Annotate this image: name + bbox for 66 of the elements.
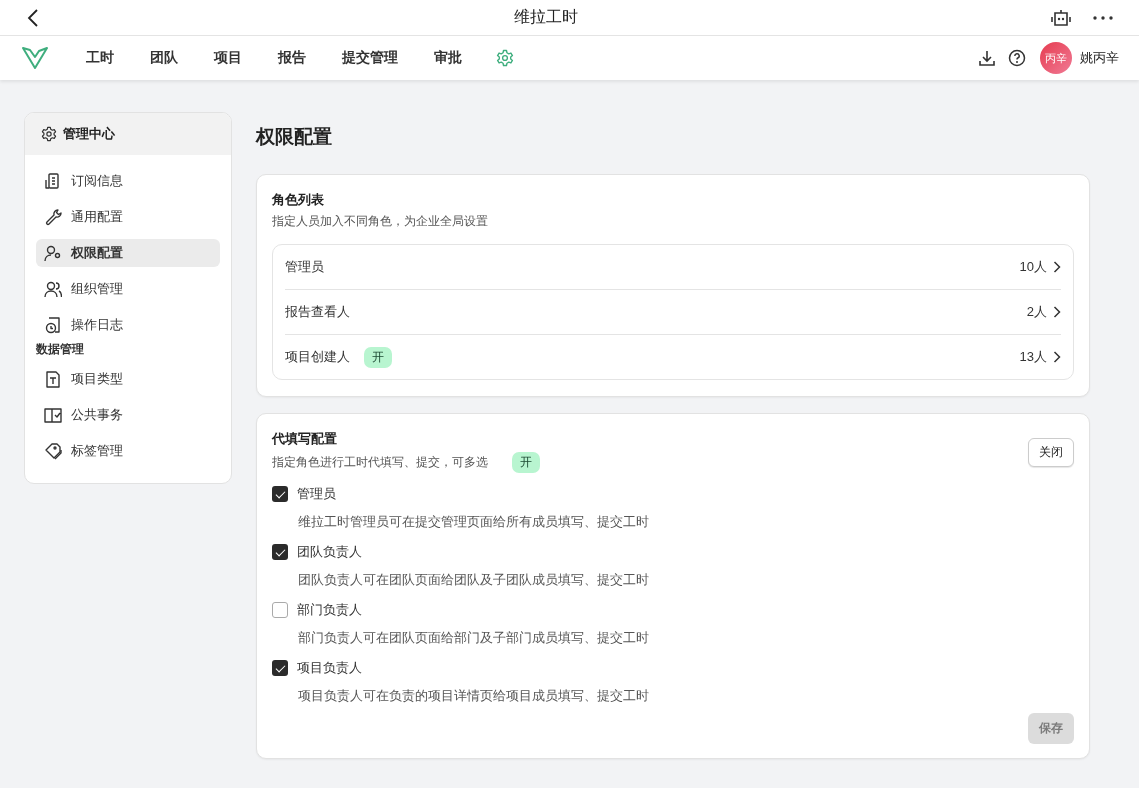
member-count: 13人 [1019, 348, 1047, 366]
users-icon [44, 280, 62, 298]
checkbox[interactable] [272, 602, 288, 618]
role-row[interactable]: 项目创建人 开 13人 [285, 335, 1061, 379]
option-description: 部门负责人可在团队页面给部门及子部门成员填写、提交工时 [298, 629, 650, 647]
role-name: 项目创建人 [285, 348, 350, 366]
close-feature-button[interactable]: 关闭 [1028, 438, 1074, 467]
sidebar-item[interactable]: 组织管理 [36, 275, 220, 303]
text-document-icon [44, 370, 62, 388]
wrench-icon [44, 208, 62, 226]
sidebar-title: 管理中心 [63, 125, 115, 143]
sidebar-item[interactable]: 项目类型 [36, 365, 220, 393]
card-title: 代填写配置 [272, 430, 338, 448]
checkbox[interactable] [272, 544, 288, 560]
checkbox[interactable] [272, 660, 288, 676]
option-description: 项目负责人可在负责的项目详情页给项目成员填写、提交工时 [298, 687, 650, 705]
download-icon[interactable] [978, 49, 996, 67]
nav-tab[interactable]: 审批 [422, 49, 474, 67]
sidebar-item[interactable]: 权限配置 [36, 239, 220, 267]
option-label: 管理员 [297, 485, 336, 503]
option-description: 团队负责人可在团队页面给团队及子团队成员填写、提交工时 [298, 571, 650, 589]
user-name: 姚丙辛 [1080, 49, 1119, 67]
robot-icon[interactable] [1051, 8, 1071, 27]
nav-tab[interactable]: 报告 [266, 49, 318, 67]
help-icon[interactable] [1008, 49, 1026, 67]
member-count: 10人 [1019, 258, 1047, 276]
sidebar-group-label: 数据管理 [36, 341, 85, 357]
option-label: 项目负责人 [297, 659, 362, 677]
more-icon[interactable] [1093, 15, 1113, 20]
user-gear-icon [44, 244, 62, 262]
member-count: 2人 [1026, 303, 1047, 321]
option-description: 维拉工时管理员可在提交管理页面给所有成员填写、提交工时 [298, 513, 650, 531]
book-icon [44, 406, 62, 424]
back-icon[interactable] [26, 8, 40, 27]
status-badge: 开 [364, 346, 392, 368]
option-label: 团队负责人 [297, 543, 362, 561]
gear-icon [41, 126, 57, 142]
role-row[interactable]: 管理员 10人 [285, 245, 1061, 290]
checkbox[interactable] [272, 486, 288, 502]
role-name: 管理员 [285, 258, 324, 276]
card-description: 指定人员加入不同角色，为企业全局设置 [272, 213, 489, 230]
building-icon [44, 172, 62, 190]
logo-icon[interactable] [22, 46, 48, 70]
chevron-right-icon [1053, 306, 1061, 318]
role-row[interactable]: 报告查看人 2人 [285, 290, 1061, 335]
card-title: 角色列表 [272, 191, 325, 209]
chevron-right-icon [1053, 351, 1061, 363]
sidebar-item[interactable]: 标签管理 [36, 437, 220, 465]
sidebar-item[interactable]: 公共事务 [36, 401, 220, 429]
page-title: 权限配置 [256, 125, 333, 149]
chevron-right-icon [1053, 261, 1061, 273]
sidebar-item[interactable]: 通用配置 [36, 203, 220, 231]
nav-tab[interactable]: 工时 [74, 49, 126, 67]
nav-tab[interactable]: 项目 [202, 49, 254, 67]
sidebar-item[interactable]: 操作日志 [36, 311, 220, 339]
sidebar-item[interactable]: 订阅信息 [36, 167, 220, 195]
nav-tab[interactable]: 团队 [138, 49, 190, 67]
card-description: 指定角色进行工时代填写、提交，可多选 [272, 454, 488, 471]
status-badge: 开 [512, 452, 540, 473]
option-label: 部门负责人 [297, 601, 362, 619]
settings-icon[interactable] [496, 49, 514, 67]
nav-tab[interactable]: 提交管理 [330, 49, 410, 67]
clock-document-icon [44, 316, 62, 334]
role-name: 报告查看人 [285, 303, 350, 321]
tag-icon [44, 442, 62, 460]
window-title: 维拉工时 [512, 7, 579, 27]
